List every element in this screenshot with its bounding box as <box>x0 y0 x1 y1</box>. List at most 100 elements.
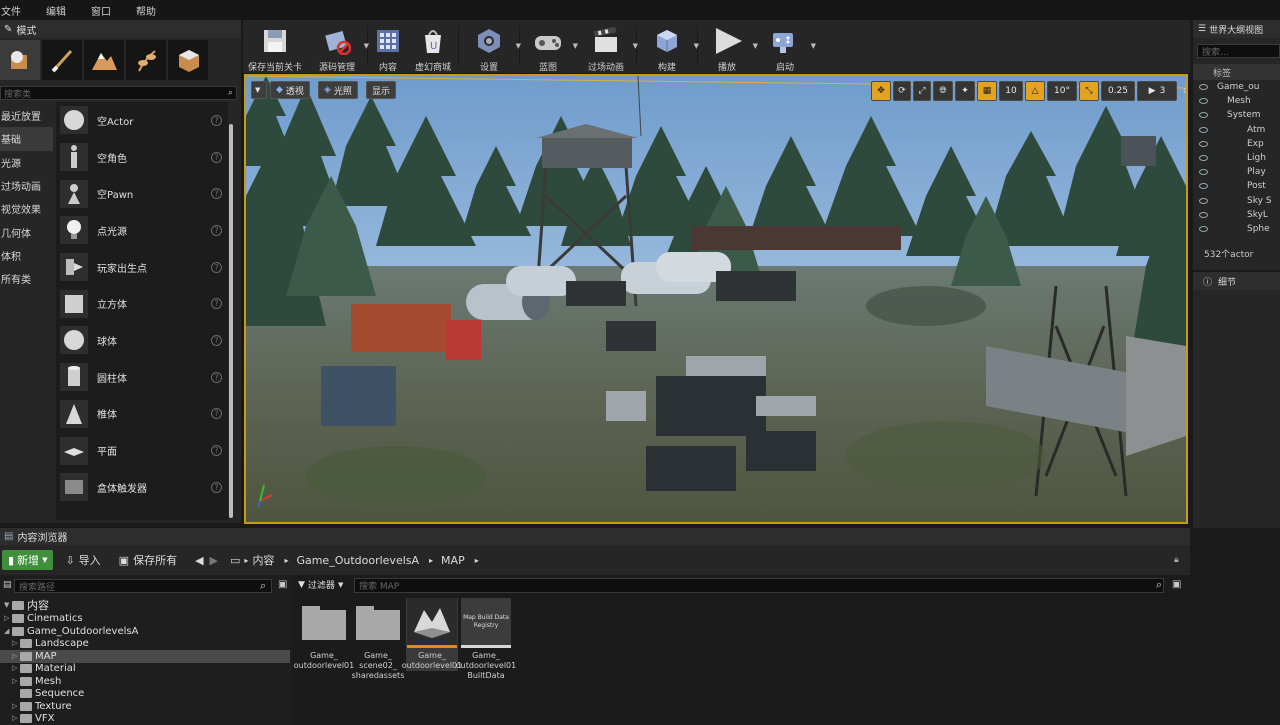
eye-icon[interactable] <box>1199 183 1208 190</box>
camera-speed-button[interactable]: ▶ 3 <box>1137 81 1177 101</box>
eye-icon[interactable] <box>1199 126 1208 133</box>
help-icon[interactable]: ? <box>211 371 222 383</box>
launch-button[interactable]: 启动 ▼ <box>756 20 816 73</box>
menu-help[interactable]: 帮助 <box>136 3 165 18</box>
save-all-button[interactable]: ▣ 保存所有 <box>119 552 177 568</box>
tree-item-content[interactable]: ▼ 内容 <box>0 599 290 612</box>
help-icon[interactable]: ? <box>211 445 222 457</box>
help-icon[interactable]: ? <box>211 224 222 236</box>
add-new-button[interactable]: ▮ 新增 ▼ <box>2 550 54 570</box>
outliner-row[interactable]: Ligh <box>1193 151 1280 165</box>
expand-icon[interactable]: ▷ <box>12 677 20 685</box>
outliner-row[interactable]: Game_ou <box>1193 80 1280 94</box>
outliner-row[interactable]: SkyL <box>1193 208 1280 222</box>
help-icon[interactable]: ? <box>211 481 222 493</box>
place-item-empty-pawn[interactable]: 空Pawn ? <box>56 175 228 212</box>
eye-icon[interactable] <box>1199 112 1208 119</box>
foliage-mode-icon[interactable] <box>126 40 166 80</box>
tree-item-material[interactable]: ▷ Material <box>0 662 290 675</box>
outliner-row[interactable]: Sphe <box>1193 222 1280 236</box>
asset-level-outdoorlevel01[interactable]: Game_ outdoorlevel01 <box>402 598 462 671</box>
eye-icon[interactable] <box>1199 98 1208 105</box>
help-icon[interactable]: ? <box>211 298 222 310</box>
place-item-cylinder[interactable]: 圆柱体 ? <box>56 359 228 396</box>
modes-tab[interactable]: ✎ 模式 <box>0 20 241 38</box>
translate-icon[interactable]: ✥ <box>871 81 891 101</box>
eye-icon[interactable] <box>1199 169 1208 176</box>
outliner-tab[interactable]: ☰ 世界大纲视图 <box>1193 20 1280 38</box>
category-lights[interactable]: 光源 <box>0 151 53 174</box>
maximize-viewport-icon[interactable]: ▫ <box>1179 81 1186 101</box>
outliner-row[interactable]: Sky S <box>1193 194 1280 208</box>
grid-snap-icon[interactable]: ▦ <box>977 81 997 101</box>
eye-icon[interactable] <box>1199 84 1208 91</box>
view-mode-button[interactable]: ◈ 光照 <box>318 81 358 99</box>
cinematics-button[interactable]: 过场动画 ▼ <box>576 20 638 73</box>
sources-toggle-icon[interactable]: ▤ <box>3 580 12 590</box>
place-item-point-light[interactable]: 点光源 ? <box>56 212 228 249</box>
category-geometry[interactable]: 几何体 <box>0 220 53 243</box>
rotation-snap-icon[interactable]: △ <box>1025 81 1045 101</box>
outliner-row[interactable]: Play <box>1193 165 1280 179</box>
place-item-cube[interactable]: 立方体 ? <box>56 285 228 322</box>
viewport-options-button[interactable]: ▼ <box>251 81 267 99</box>
help-icon[interactable]: ? <box>211 261 222 273</box>
paint-mode-icon[interactable] <box>42 40 82 80</box>
filters-button[interactable]: ▼ 过滤器 ▼ <box>298 578 343 592</box>
collapse-icon[interactable]: ◢ <box>4 627 12 635</box>
details-tab[interactable]: ⓘ 细节 <box>1193 272 1280 290</box>
tree-item-game-outdoorlevels[interactable]: ◢ Game_OutdoorlevelsA <box>0 625 290 638</box>
tree-item-vfx[interactable]: ▷ VFX <box>0 712 290 725</box>
help-icon[interactable]: ? <box>211 188 222 200</box>
source-control-button[interactable]: 源码管理 ▼ <box>307 20 369 73</box>
geometry-mode-icon[interactable] <box>168 40 208 80</box>
place-item-plane[interactable]: 平面 ? <box>56 432 228 469</box>
eye-icon[interactable] <box>1199 140 1208 147</box>
help-icon[interactable]: ? <box>211 334 222 346</box>
place-item-box-trigger[interactable]: 盒体触发器 ? <box>56 469 228 506</box>
scale-snap-value[interactable]: 0.25 <box>1101 81 1135 101</box>
menu-edit[interactable]: 编辑 <box>46 3 75 18</box>
world-coordinate-icon[interactable]: 🌐︎ <box>933 81 953 101</box>
menu-window[interactable]: 窗口 <box>91 3 120 18</box>
breadcrumb-item-map[interactable]: MAP <box>441 554 465 567</box>
scale-snap-icon[interactable]: ⤡ <box>1079 81 1099 101</box>
tree-item-landscape[interactable]: ▷ Landscape <box>0 637 290 650</box>
tree-item-map[interactable]: ▷ MAP <box>0 650 290 663</box>
history-forward-button[interactable]: ▶ <box>210 554 218 567</box>
outliner-row[interactable]: Post <box>1193 179 1280 193</box>
outliner-row[interactable]: Atm <box>1193 123 1280 137</box>
tree-item-mesh[interactable]: ▷ Mesh <box>0 675 290 688</box>
save-level-button[interactable]: 保存当前关卡 <box>243 20 307 73</box>
asset-folder-outdoorlevel01[interactable]: Game_ outdoorlevel01 <box>294 598 354 671</box>
expand-icon[interactable]: ▷ <box>12 652 20 660</box>
category-visual-effects[interactable]: 视觉效果 <box>0 197 53 220</box>
breadcrumb-item-game[interactable]: Game_OutdoorlevelsA <box>296 554 419 567</box>
perspective-button[interactable]: ◆ 透视 <box>270 81 310 99</box>
surface-snap-icon[interactable]: ✦ <box>955 81 975 101</box>
outliner-row[interactable]: Exp <box>1193 137 1280 151</box>
view-options-icon[interactable]: ▣ <box>278 579 287 590</box>
settings-button[interactable]: 设置 ▼ <box>459 20 521 73</box>
category-recent[interactable]: 最近放置 <box>0 104 53 127</box>
content-browser-tab[interactable]: ▤ 内容浏览器 <box>0 528 1190 545</box>
scale-icon[interactable]: ⤢ <box>913 81 931 101</box>
asset-search-input[interactable]: 搜索 MAP <box>354 578 1164 593</box>
help-icon[interactable]: ? <box>211 408 222 420</box>
place-item-sphere[interactable]: 球体 ? <box>56 322 228 359</box>
build-button[interactable]: 构建 ▼ <box>637 20 699 73</box>
help-icon[interactable]: ? <box>211 151 222 163</box>
outliner-row[interactable]: System <box>1193 108 1280 122</box>
tree-item-cinematics[interactable]: ▷ Cinematics <box>0 612 290 625</box>
chevron-down-icon[interactable]: ▼ <box>811 42 816 50</box>
import-button[interactable]: ⇩ 导入 <box>65 552 100 568</box>
place-mode-icon[interactable] <box>0 40 40 80</box>
grid-snap-value[interactable]: 10 <box>999 81 1023 101</box>
content-button[interactable]: 内容 <box>368 20 408 73</box>
category-all-classes[interactable]: 所有类 <box>0 267 53 290</box>
landscape-mode-icon[interactable] <box>84 40 124 80</box>
expand-icon[interactable]: ▷ <box>12 639 20 647</box>
expand-icon[interactable]: ▷ <box>12 702 20 710</box>
eye-icon[interactable] <box>1199 155 1208 162</box>
save-search-icon[interactable]: ▣ <box>1172 579 1181 590</box>
